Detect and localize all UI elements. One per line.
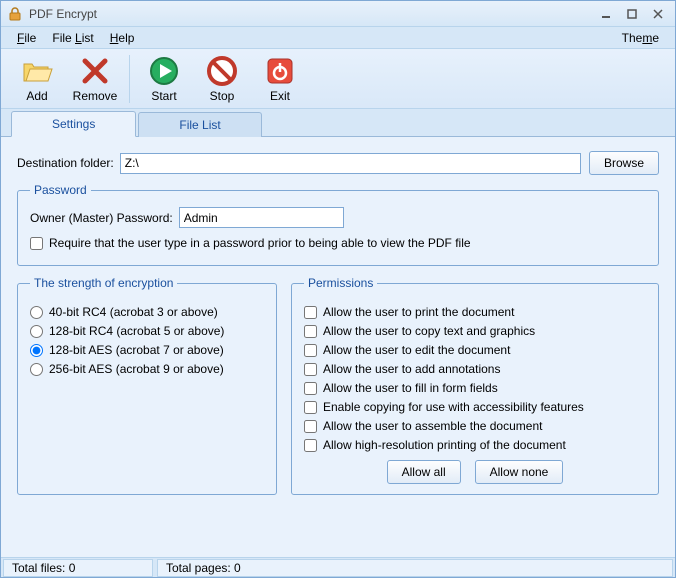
owner-password-label: Owner (Master) Password: [30, 211, 173, 225]
toolbar: Add Remove Start Stop Exit [1, 49, 675, 109]
perm-annot-label: Allow the user to add annotations [323, 362, 500, 376]
remove-button[interactable]: Remove [67, 51, 123, 107]
perm-forms-label: Allow the user to fill in form fields [323, 381, 498, 395]
toolbar-separator [129, 55, 130, 103]
enc-256aes-label: 256-bit AES (acrobat 9 or above) [49, 362, 224, 376]
require-password-checkbox[interactable] [30, 237, 43, 250]
status-total-files: Total files: 0 [3, 559, 153, 577]
tab-filelist[interactable]: File List [138, 112, 261, 137]
perm-copy-checkbox[interactable] [304, 325, 317, 338]
menu-file[interactable]: File [9, 29, 44, 47]
perm-assemble-label: Allow the user to assemble the document [323, 419, 542, 433]
menubar: File File List Help Theme [1, 27, 675, 49]
enc-128rc4-label: 128-bit RC4 (acrobat 5 or above) [49, 324, 224, 338]
x-icon [79, 55, 111, 87]
encryption-legend: The strength of encryption [30, 276, 177, 290]
password-group: Password Owner (Master) Password: Requir… [17, 183, 659, 266]
require-password-label: Require that the user type in a password… [49, 236, 471, 250]
browse-button[interactable]: Browse [589, 151, 659, 175]
perm-print-label: Allow the user to print the document [323, 305, 514, 319]
power-icon [264, 55, 296, 87]
allow-none-button[interactable]: Allow none [475, 460, 564, 484]
menu-filelist[interactable]: File List [44, 29, 101, 47]
window-title: PDF Encrypt [29, 7, 591, 21]
settings-panel: Destination folder: Browse Password Owne… [1, 137, 675, 557]
enc-256aes-radio[interactable] [30, 363, 43, 376]
password-legend: Password [30, 183, 91, 197]
statusbar: Total files: 0 Total pages: 0 [1, 557, 675, 577]
folder-open-icon [21, 55, 53, 87]
minimize-button[interactable] [595, 5, 617, 23]
enc-40bit-radio[interactable] [30, 306, 43, 319]
encryption-group: The strength of encryption 40-bit RC4 (a… [17, 276, 277, 495]
add-button[interactable]: Add [9, 51, 65, 107]
perm-forms-checkbox[interactable] [304, 382, 317, 395]
stop-button[interactable]: Stop [194, 51, 250, 107]
enc-40bit-label: 40-bit RC4 (acrobat 3 or above) [49, 305, 218, 319]
enc-128aes-radio[interactable] [30, 344, 43, 357]
permissions-legend: Permissions [304, 276, 377, 290]
perm-hires-checkbox[interactable] [304, 439, 317, 452]
play-icon [148, 55, 180, 87]
status-total-pages: Total pages: 0 [157, 559, 673, 577]
perm-hires-label: Allow high-resolution printing of the do… [323, 438, 566, 452]
dest-folder-input[interactable] [120, 153, 581, 174]
titlebar: PDF Encrypt [1, 1, 675, 27]
perm-access-checkbox[interactable] [304, 401, 317, 414]
close-button[interactable] [647, 5, 669, 23]
tabstrip: Settings File List [1, 109, 675, 137]
menu-help[interactable]: Help [102, 29, 143, 47]
perm-annot-checkbox[interactable] [304, 363, 317, 376]
perm-edit-label: Allow the user to edit the document [323, 343, 510, 357]
perm-print-checkbox[interactable] [304, 306, 317, 319]
stop-icon [206, 55, 238, 87]
maximize-button[interactable] [621, 5, 643, 23]
dest-folder-label: Destination folder: [17, 156, 114, 170]
app-lock-icon [7, 6, 23, 22]
start-button[interactable]: Start [136, 51, 192, 107]
enc-128aes-label: 128-bit AES (acrobat 7 or above) [49, 343, 224, 357]
perm-copy-label: Allow the user to copy text and graphics [323, 324, 535, 338]
perm-edit-checkbox[interactable] [304, 344, 317, 357]
exit-button[interactable]: Exit [252, 51, 308, 107]
allow-all-button[interactable]: Allow all [387, 460, 461, 484]
enc-128rc4-radio[interactable] [30, 325, 43, 338]
menu-theme[interactable]: Theme [614, 29, 667, 47]
app-window: PDF Encrypt File File List Help Theme Ad… [0, 0, 676, 578]
perm-assemble-checkbox[interactable] [304, 420, 317, 433]
permissions-group: Permissions Allow the user to print the … [291, 276, 659, 495]
tab-settings[interactable]: Settings [11, 111, 136, 137]
owner-password-input[interactable] [179, 207, 344, 228]
perm-access-label: Enable copying for use with accessibilit… [323, 400, 584, 414]
